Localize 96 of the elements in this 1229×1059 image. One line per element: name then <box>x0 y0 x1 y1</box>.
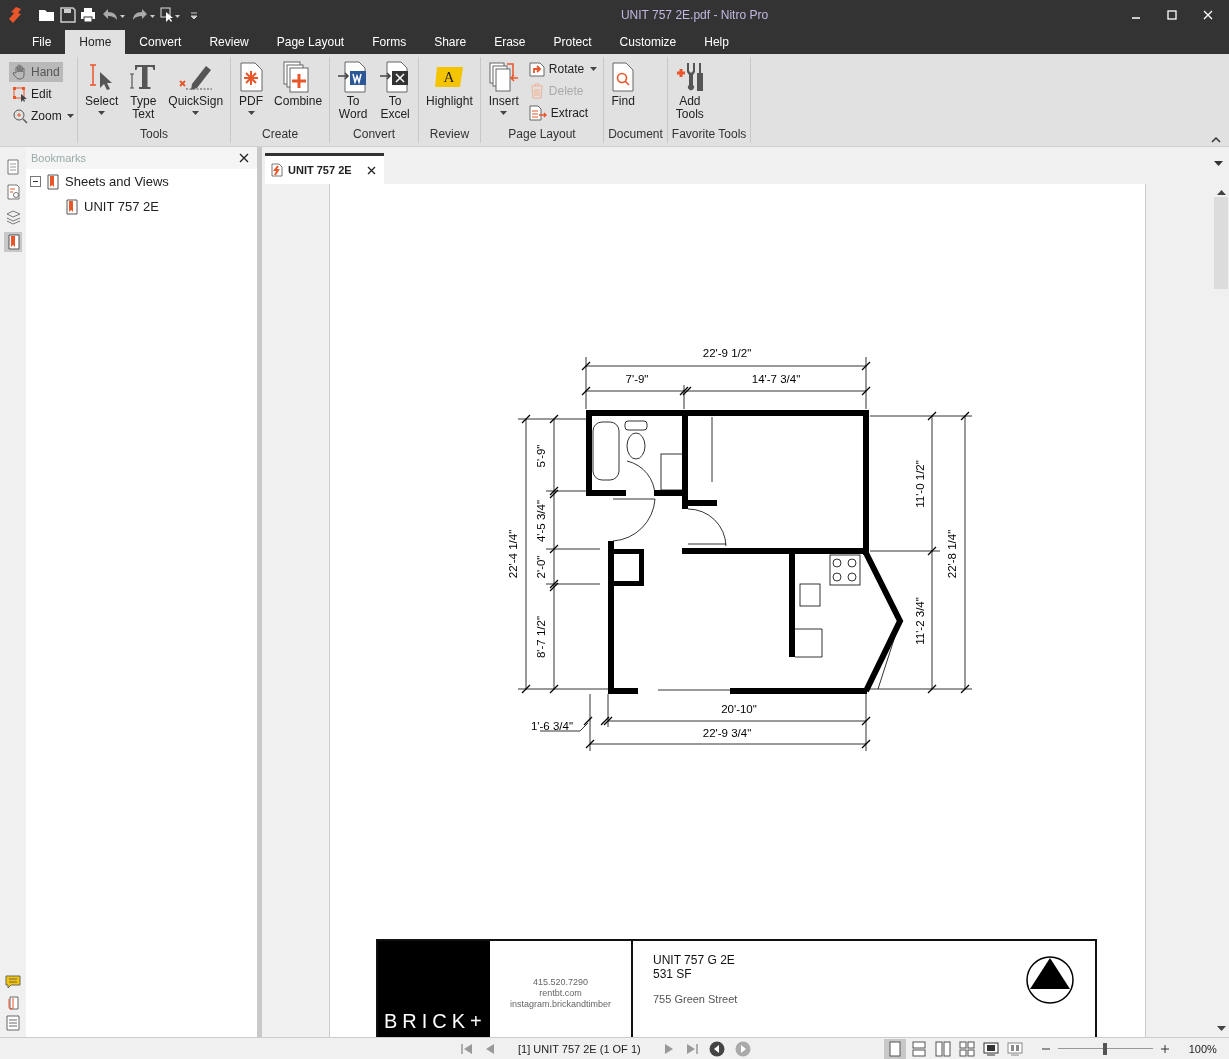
document-search-icon <box>611 62 636 92</box>
group-label: Review <box>428 127 471 143</box>
dropdown-icon[interactable] <box>1214 161 1223 167</box>
contact-text: rentbt.com <box>539 988 582 998</box>
collapse-ribbon-icon[interactable] <box>1211 136 1221 144</box>
rotate-icon <box>528 61 545 77</box>
unit-name: UNIT 757 G 2E <box>653 953 736 967</box>
zoom-level: 100% <box>1188 1042 1217 1055</box>
ribbon-button[interactable]: Add Tools <box>671 57 708 123</box>
document-tab[interactable]: UNIT 757 2E <box>265 153 384 184</box>
dimension-label: 20'-10" <box>721 703 757 715</box>
tool-button[interactable]: Edit <box>9 84 55 104</box>
dimension-label: 1'-6 3/4" <box>530 720 574 732</box>
dimension-label: 4'-5 3/4" <box>535 499 547 543</box>
print-icon[interactable] <box>80 7 96 23</box>
dimension-label: 11'-0 1/2" <box>914 460 926 508</box>
contact-text: instagram.brickandtimber <box>509 999 611 1009</box>
dimension-label: 5'-9" <box>535 444 547 468</box>
scroll-down-icon[interactable] <box>1216 1026 1226 1032</box>
menu-tab[interactable]: Forms <box>358 30 421 54</box>
trash-icon <box>528 83 545 99</box>
contact-text: 415.520.7290 <box>532 977 589 987</box>
panel-title: Bookmarks <box>31 152 87 164</box>
documents-arrow-icon <box>487 61 520 93</box>
wrench-screwdriver-icon <box>674 62 705 92</box>
group-label: Page Layout <box>507 127 577 143</box>
group-label: Document <box>608 127 663 143</box>
group-label: Tools <box>139 127 170 143</box>
dimension-label: 11'-2 3/4" <box>914 597 926 645</box>
ribbon-button[interactable]: PDF <box>235 57 268 117</box>
tool-button[interactable]: Hand <box>9 62 63 82</box>
group-label: Favorite Tools <box>671 127 747 143</box>
scroll-up-icon[interactable] <box>1216 189 1226 195</box>
unit-area: 531 SF <box>653 967 1025 981</box>
comment-icon[interactable] <box>5 975 21 989</box>
attachment-icon[interactable] <box>6 994 20 1010</box>
menu-tab[interactable]: Page Layout <box>262 30 359 54</box>
ribbon-button[interactable]: To Word <box>334 57 373 123</box>
document-arrow-icon <box>528 105 547 121</box>
logo-text: BRICK+ <box>384 1010 487 1033</box>
ribbon-button[interactable]: Rotate <box>526 59 600 79</box>
document-search-icon[interactable] <box>4 182 22 202</box>
ribbon-button[interactable]: A Highlight <box>423 57 476 110</box>
bookmark-item[interactable]: UNIT 757 2E <box>84 199 159 214</box>
dimension-label: 22'-9 3/4" <box>702 727 752 739</box>
menu-tab[interactable]: Help <box>690 30 743 54</box>
pdf-file-icon <box>271 163 283 177</box>
ribbon-button[interactable]: Combine <box>271 57 326 110</box>
menu-tab[interactable]: Protect <box>539 30 606 54</box>
ribbon-button[interactable]: QuickSign <box>165 57 227 117</box>
dimension-label: 14'-7 3/4" <box>751 373 801 385</box>
document-icon <box>238 62 265 92</box>
slider-thumb[interactable] <box>1103 1042 1108 1055</box>
menu-tab[interactable]: Customize <box>605 30 691 54</box>
bookmark-icon[interactable] <box>4 232 22 252</box>
close-icon[interactable] <box>239 153 249 163</box>
menu-tab[interactable]: Home <box>65 30 126 54</box>
ribbon-button[interactable]: Find <box>608 57 639 110</box>
edit-icon <box>12 86 28 102</box>
bookmark-icon <box>47 173 59 190</box>
menu-tab[interactable]: Share <box>420 30 481 54</box>
group-label: Create <box>261 127 300 143</box>
dimension-label: 8'-7 1/2" <box>535 615 547 659</box>
maximize-icon[interactable] <box>1167 10 1177 20</box>
group-label: Convert <box>352 127 397 143</box>
zoom-icon <box>12 108 28 124</box>
dimension-label: 7'-9" <box>625 373 649 385</box>
menu-tab[interactable]: Review <box>195 30 263 54</box>
page-indicator[interactable]: [1] UNIT 757 2E (1 OF 1) <box>504 1042 655 1055</box>
close-icon <box>366 165 376 175</box>
ribbon-button[interactable]: Insert <box>484 57 523 117</box>
app-logo-icon <box>8 7 22 23</box>
ribbon-button[interactable]: Select <box>82 57 122 117</box>
bookmark-icon <box>66 198 78 215</box>
menu-tab[interactable]: Erase <box>480 30 540 54</box>
zoom-slider[interactable] <box>1057 1041 1153 1056</box>
dimension-label: 22'-9 1/2" <box>702 347 752 359</box>
hand-icon <box>12 64 28 80</box>
single-page-icon[interactable] <box>883 1038 906 1059</box>
menu-tab[interactable]: Convert <box>125 30 196 54</box>
dimension-label: 22'-4 1/4" <box>507 529 519 579</box>
save-icon[interactable] <box>60 7 76 23</box>
collapse-icon[interactable] <box>30 176 41 187</box>
ribbon-button[interactable]: Extract <box>526 103 600 123</box>
tool-button[interactable]: Zoom <box>9 106 77 126</box>
ribbon-button[interactable]: Type Text <box>125 57 162 123</box>
bookmark-item[interactable]: Sheets and Views <box>65 174 169 189</box>
address-text: 755 Green Street <box>653 993 739 1005</box>
dimension-label: 22'-8 1/4" <box>946 529 958 579</box>
folder-icon[interactable] <box>38 7 56 23</box>
ribbon-button[interactable]: To Excel <box>376 57 415 123</box>
zoom-in-icon[interactable] <box>1160 1044 1169 1053</box>
dimension-label: 2'-0" <box>535 555 547 579</box>
menu-tab[interactable]: File <box>18 30 66 54</box>
highlight-icon: A <box>434 65 465 89</box>
window-title: UNIT 757 2E.pdf - Nitro Pro <box>619 8 770 22</box>
